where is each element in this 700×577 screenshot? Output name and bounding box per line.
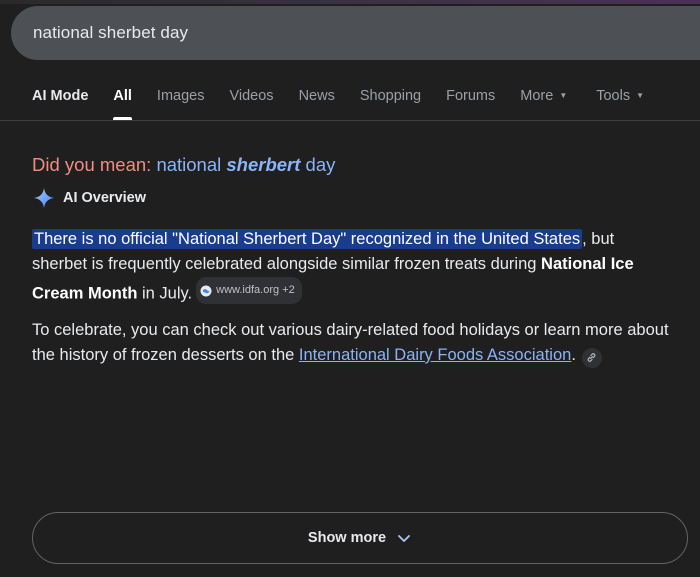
top-strip bbox=[0, 0, 700, 4]
tab-label: Tools bbox=[596, 88, 631, 104]
tab-label: Forums bbox=[446, 88, 496, 104]
did-you-mean-correction: sherbert bbox=[226, 154, 301, 175]
ai-overview-header: AI Overview bbox=[33, 187, 146, 209]
tab-label: Videos bbox=[229, 88, 274, 104]
show-more-label: Show more bbox=[307, 530, 387, 546]
chevron-down-icon bbox=[398, 535, 410, 542]
caret-down-icon: ▼ bbox=[636, 91, 645, 100]
tab-images[interactable]: Images bbox=[157, 88, 205, 120]
tab-label: News bbox=[298, 88, 335, 104]
tab-label: All bbox=[113, 88, 132, 104]
tab-ai-mode[interactable]: AI Mode bbox=[32, 88, 88, 120]
tab-shopping[interactable]: Shopping bbox=[360, 88, 421, 120]
ai-overview-paragraph-2: To celebrate, you can check out various … bbox=[32, 318, 672, 368]
tab-label: More bbox=[520, 88, 554, 104]
link-icon[interactable] bbox=[581, 347, 602, 368]
did-you-mean-link[interactable]: national sherbert day bbox=[156, 154, 335, 175]
tab-news[interactable]: News bbox=[299, 88, 335, 120]
did-you-mean: Did you mean: national sherbert day bbox=[32, 154, 335, 176]
tab-forums[interactable]: Forums bbox=[446, 88, 495, 120]
highlighted-text: There is no official "National Sherbert … bbox=[32, 229, 583, 249]
did-you-mean-after: day bbox=[300, 154, 336, 175]
sparkle-icon bbox=[33, 187, 55, 209]
caret-down-icon: ▼ bbox=[559, 91, 568, 100]
globe-icon bbox=[200, 285, 212, 296]
ai-overview-title: AI Overview bbox=[63, 190, 147, 206]
tab-label: Images bbox=[156, 88, 205, 104]
tab-more[interactable]: More ▼ bbox=[520, 88, 567, 120]
idfa-link[interactable]: International Dairy Foods Association bbox=[299, 346, 571, 364]
source-chip-label: www.idfa.org +2 bbox=[216, 284, 295, 296]
tab-videos[interactable]: Videos bbox=[229, 88, 273, 120]
search-tabs: AI Mode All Images Videos News Shopping … bbox=[32, 88, 669, 120]
search-results-page: national sherbet day AI Mode All Images … bbox=[0, 0, 700, 577]
tab-all[interactable]: All bbox=[113, 88, 132, 120]
search-box[interactable]: national sherbet day bbox=[11, 6, 700, 60]
did-you-mean-before: national bbox=[156, 154, 227, 175]
paragraph-text: . bbox=[571, 346, 576, 364]
source-chip[interactable]: www.idfa.org +2 bbox=[196, 277, 302, 304]
show-more-button[interactable]: Show more bbox=[32, 512, 688, 564]
paragraph-text: in July. bbox=[137, 284, 193, 303]
tab-label: AI Mode bbox=[32, 88, 89, 104]
did-you-mean-label: Did you mean: bbox=[32, 154, 152, 175]
search-input[interactable]: national sherbet day bbox=[33, 23, 188, 43]
tab-label: Shopping bbox=[359, 88, 422, 104]
ai-overview-paragraph-1: There is no official "National Sherbert … bbox=[32, 227, 672, 307]
tab-tools[interactable]: Tools ▼ bbox=[596, 88, 644, 120]
tabs-divider bbox=[0, 120, 700, 121]
